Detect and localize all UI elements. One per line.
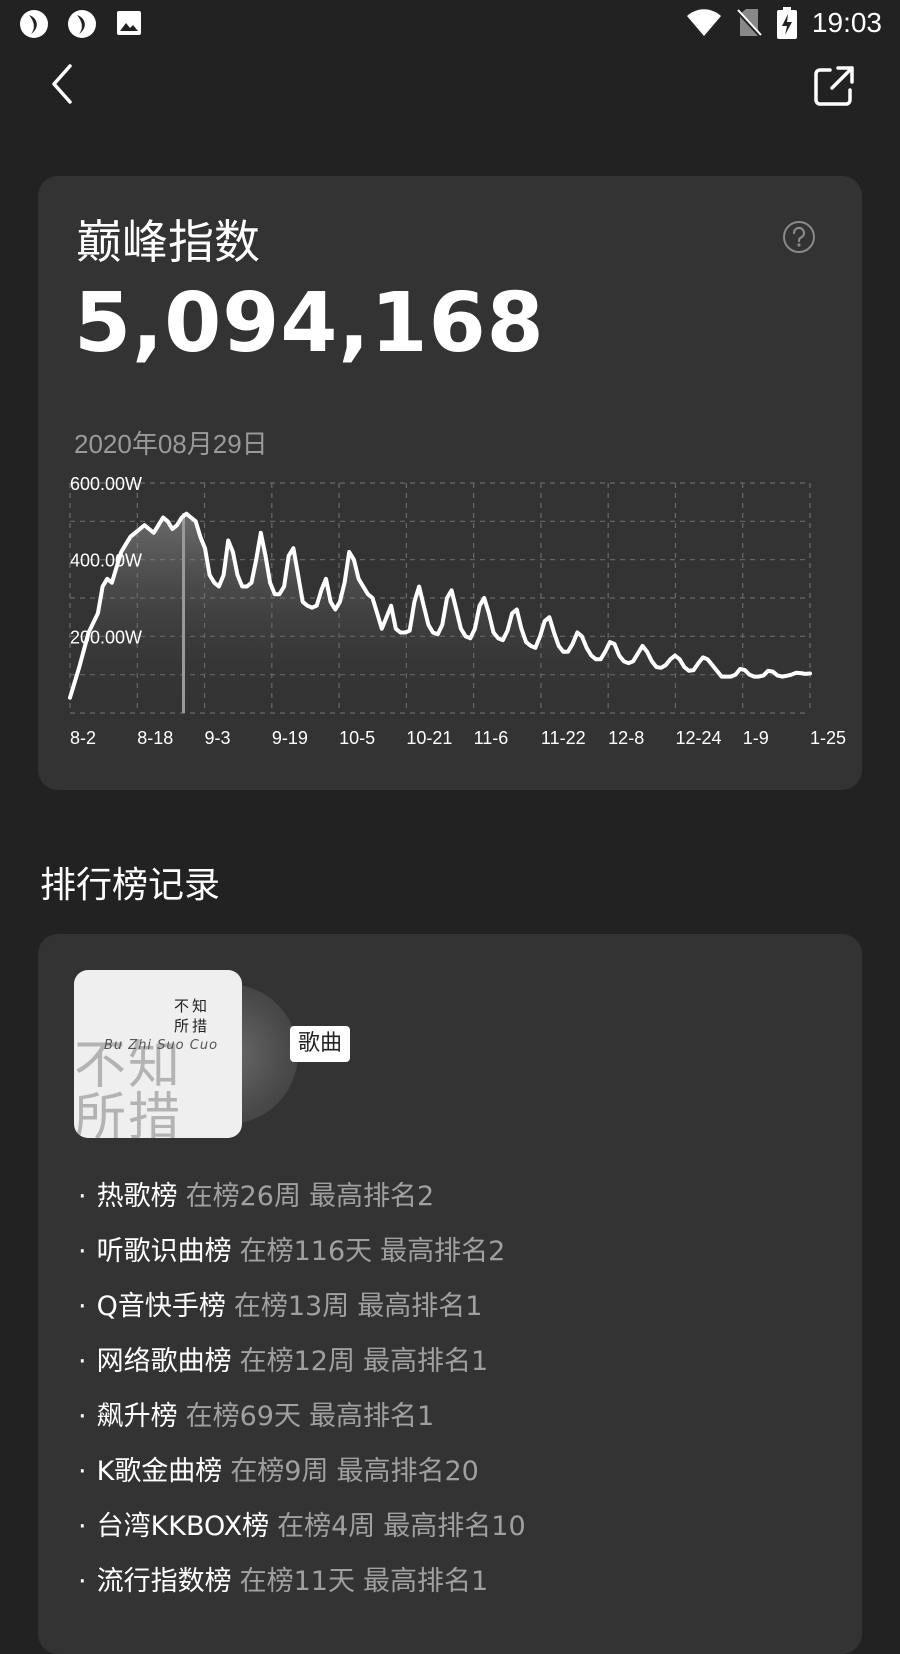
x-axis-label: 12-8 — [608, 728, 644, 748]
album-cover-script: Bu Zhi Suo Cuo — [104, 1038, 219, 1053]
list-item[interactable]: · 热歌榜 在榜26周 最高排名2 — [78, 1174, 838, 1229]
bullet: · — [78, 1401, 87, 1432]
chart-best-rank: 最高排名2 — [308, 1181, 435, 1212]
y-axis-label: 600.00W — [70, 474, 142, 494]
list-item[interactable]: · K歌金曲榜 在榜9周 最高排名20 — [78, 1449, 838, 1504]
peak-index-card: 巅峰指数 5,094,168 2020年08月29日 600.00W 400.00… — [38, 176, 862, 790]
x-axis-label: 9-3 — [205, 728, 231, 748]
list-item[interactable]: · 听歌识曲榜 在榜116天 最高排名2 — [78, 1229, 838, 1284]
list-item[interactable]: · 流行指数榜 在榜11天 最高排名1 — [78, 1559, 838, 1614]
chart-area — [70, 513, 810, 713]
x-axis-label: 11-22 — [541, 728, 586, 748]
chart-name: 热歌榜 — [96, 1181, 178, 1212]
chart-duration: 在榜4周 — [277, 1511, 376, 1542]
bullet: · — [78, 1511, 87, 1542]
status-bar: 19:03 — [0, 0, 900, 48]
chart-best-rank: 最高排名10 — [383, 1511, 526, 1542]
chart-best-rank: 最高排名1 — [362, 1566, 489, 1597]
chart-name: K歌金曲榜 — [96, 1456, 223, 1487]
chart-x-axis-labels: 8-2 8-18 9-3 9-19 10-5 10-21 11-6 11-22 12-8 12-2… — [70, 728, 846, 748]
song-tag[interactable]: 歌曲 — [290, 1026, 351, 1062]
chart-best-rank: 最高排名2 — [380, 1236, 506, 1267]
battery-charging-icon — [776, 7, 797, 39]
list-item[interactable]: · 飙升榜 在榜69天 最高排名1 — [78, 1394, 838, 1449]
x-axis-label: 10-21 — [406, 728, 452, 748]
share-icon — [814, 66, 854, 106]
chart-best-rank: 最高排名1 — [357, 1291, 483, 1322]
chart-duration: 在榜9周 — [230, 1456, 329, 1487]
app-icon-2 — [68, 10, 96, 38]
no-sim-icon — [735, 9, 762, 38]
bullet: · — [78, 1346, 87, 1377]
chart-duration: 在榜69天 — [185, 1401, 301, 1432]
bullet: · — [78, 1456, 87, 1487]
y-axis-label: 200.00W — [70, 627, 142, 647]
bullet: · — [78, 1236, 87, 1267]
x-axis-label: 10-5 — [339, 728, 375, 748]
chart-name: 听歌识曲榜 — [96, 1236, 232, 1267]
chart-duration: 在榜26周 — [185, 1181, 301, 1212]
list-item[interactable]: · 网络歌曲榜 在榜12周 最高排名1 — [78, 1339, 838, 1394]
album-cover-big-text: 不知 所措 — [74, 1036, 183, 1138]
peak-index-chart[interactable]: 600.00W 400.00W 200.00W 8-2 8-18 9-3 9-19 10-5… — [38, 176, 862, 790]
x-axis-label: 11-6 — [474, 728, 509, 748]
chart-best-rank: 最高排名1 — [308, 1401, 435, 1432]
x-axis-label: 1-9 — [743, 728, 769, 748]
y-axis-label: 400.00W — [70, 551, 142, 571]
chevron-left-icon — [52, 64, 72, 104]
album-cover[interactable]: 不知 所措 不知 所措 Bu Zhi Suo Cuo — [74, 970, 242, 1138]
chart-name: 流行指数榜 — [96, 1566, 232, 1597]
chart-name: Q音快手榜 — [96, 1291, 226, 1322]
x-axis-label: 8-2 — [70, 728, 96, 748]
bullet: · — [78, 1181, 87, 1212]
share-button[interactable] — [812, 64, 856, 108]
list-item[interactable]: · 台湾KKBOX榜 在榜4周 最高排名10 — [78, 1504, 838, 1559]
status-time: 19:03 — [811, 7, 882, 38]
x-axis-label: 9-19 — [272, 728, 308, 748]
chart-duration: 在榜13周 — [233, 1291, 350, 1322]
chart-duration: 在榜12周 — [239, 1346, 355, 1377]
bullet: · — [78, 1291, 87, 1322]
image-icon — [117, 11, 141, 35]
bullet: · — [78, 1566, 87, 1597]
x-axis-label: 8-18 — [137, 728, 173, 748]
rank-section-title: 排行榜记录 — [40, 865, 221, 906]
app-icon-1 — [20, 10, 48, 38]
chart-best-rank: 最高排名1 — [362, 1346, 489, 1377]
album-cover-title: 不知 所措 — [174, 997, 211, 1035]
chart-duration: 在榜116天 — [239, 1236, 373, 1267]
x-axis-label: 12-24 — [675, 728, 721, 748]
chart-name: 台湾KKBOX榜 — [96, 1511, 270, 1542]
back-button[interactable] — [44, 62, 84, 106]
chart-duration: 在榜11天 — [239, 1566, 355, 1597]
chart-name: 网络歌曲榜 — [96, 1346, 232, 1377]
rank-record-card: 不知 所措 不知 所措 Bu Zhi Suo Cuo 歌曲 · 热歌榜 在榜26周最… — [38, 934, 862, 1654]
nav-bar — [0, 56, 900, 116]
chart-best-rank: 最高排名20 — [336, 1456, 479, 1487]
wifi-icon — [686, 9, 721, 36]
x-axis-label: 1-25 — [810, 728, 846, 748]
rank-list: · 热歌榜 在榜26周 最高排名2 · 听歌识曲榜 在榜116天 最高排名2 · Q音快手榜 在榜1… — [78, 1174, 838, 1614]
list-item[interactable]: · Q音快手榜 在榜13周 最高排名1 — [78, 1284, 838, 1339]
chart-name: 飙升榜 — [96, 1401, 178, 1432]
